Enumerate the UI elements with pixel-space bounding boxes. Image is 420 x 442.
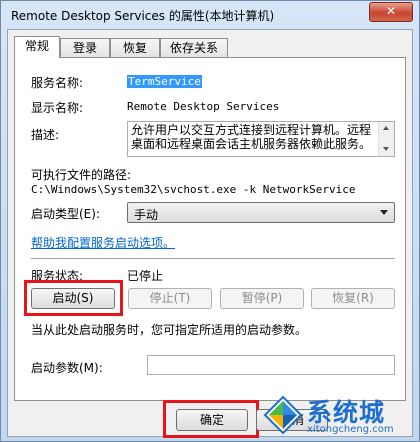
display-name-label: 显示名称: <box>31 101 84 115</box>
scroll-down-icon[interactable] <box>383 147 389 151</box>
service-status-value: 已停止 <box>127 269 164 283</box>
start-button-highlight <box>24 280 123 316</box>
window-title: Remote Desktop Services 的属性(本地计算机) <box>11 9 275 23</box>
general-panel: 服务名称: TermService 显示名称: Remote Desktop S… <box>14 57 406 401</box>
start-params-hint: 当从此处启动服务时，您可指定所适用的启动参数。 <box>31 323 308 337</box>
startup-type-label: 启动类型(E): <box>31 207 100 221</box>
properties-window: Remote Desktop Services 的属性(本地计算机) ✕ 常规 … <box>0 0 420 442</box>
description-scrollbar[interactable] <box>378 122 394 156</box>
tab-logon[interactable]: 登录 <box>60 38 110 57</box>
resume-button[interactable]: 恢复(R) <box>311 288 395 309</box>
description-label: 描述: <box>31 128 60 142</box>
exe-path-value[interactable]: C:\Windows\System32\svchost.exe -k Netwo… <box>31 183 356 196</box>
start-params-label: 启动参数(M): <box>31 361 103 375</box>
brand-logo-icon <box>263 395 303 435</box>
tab-general[interactable]: 常规 <box>14 36 60 58</box>
dialog-client: 常规 登录 恢复 依存关系 服务名称: TermService 显示名称: Re… <box>7 29 413 438</box>
ok-button-highlight <box>163 400 259 438</box>
close-button[interactable]: ✕ <box>369 2 413 22</box>
exe-path-label: 可执行文件的路径: <box>31 168 132 182</box>
scroll-up-icon[interactable] <box>383 126 389 130</box>
display-name-value[interactable]: Remote Desktop Services <box>127 100 279 113</box>
tab-dependencies[interactable]: 依存关系 <box>160 38 228 57</box>
watermark: 系统城 xitongcheng.com <box>263 393 413 439</box>
chevron-down-icon <box>380 210 388 215</box>
title-bar[interactable]: Remote Desktop Services 的属性(本地计算机) ✕ <box>1 1 419 29</box>
service-name-value[interactable]: TermService <box>127 75 202 88</box>
help-configure-link[interactable]: 帮助我配置服务启动选项。 <box>31 234 175 251</box>
watermark-url: xitongcheng.com <box>307 424 394 435</box>
service-name-label: 服务名称: <box>31 76 84 90</box>
tab-recovery[interactable]: 恢复 <box>110 38 160 57</box>
description-box[interactable]: 允许用户以交互方式连接到远程计算机。远程桌面和远程桌面会话主机服务器依赖此服务。 <box>127 121 395 157</box>
service-name-text[interactable]: TermService <box>127 75 202 88</box>
pause-button[interactable]: 暂停(P) <box>220 288 304 309</box>
start-params-input[interactable] <box>147 355 395 375</box>
startup-type-select[interactable]: 手动 <box>127 202 395 223</box>
startup-type-value: 手动 <box>134 208 159 222</box>
divider <box>31 258 395 260</box>
description-text: 允许用户以交互方式连接到远程计算机。远程桌面和远程桌面会话主机服务器依赖此服务。 <box>131 123 372 151</box>
stop-button[interactable]: 停止(T) <box>128 288 212 309</box>
